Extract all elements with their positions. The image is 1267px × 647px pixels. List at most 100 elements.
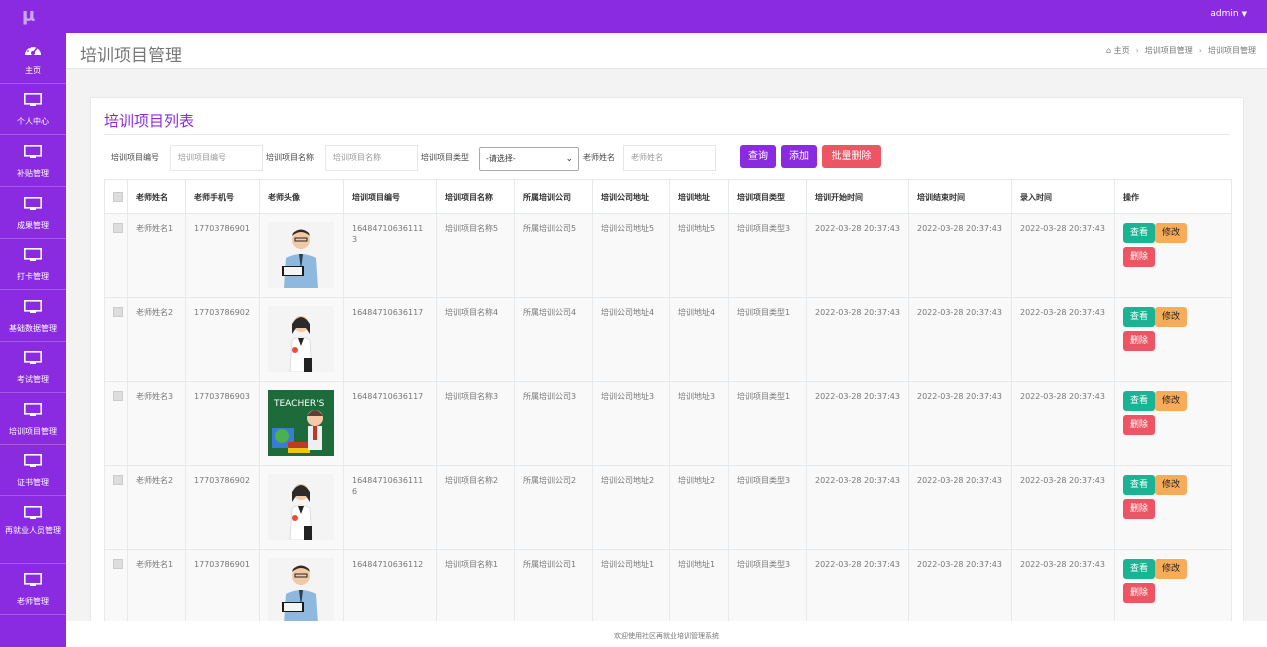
table-cell: 17703786902	[185, 465, 260, 550]
sidebar-item[interactable]: 成果管理	[0, 188, 66, 239]
breadcrumb-separator: ›	[1135, 46, 1139, 55]
batch-delete-button[interactable]: 批量删除	[822, 145, 881, 168]
sidebar-item[interactable]: 打卡管理	[0, 239, 66, 290]
monitor-icon	[24, 351, 42, 365]
row-checkbox[interactable]	[113, 559, 123, 569]
type-filter-label: 培训项目类型	[421, 153, 469, 162]
sidebar-item[interactable]: 基础数据管理	[0, 291, 66, 342]
delete-button[interactable]: 删除	[1123, 415, 1155, 435]
table-cell: 培训项目名称2	[436, 465, 515, 550]
table-row: 老师姓名2 17703786902 164847106361116 培训项目名称2 所属…	[104, 465, 1232, 550]
table-cell: 培训项目名称4	[436, 297, 515, 382]
column-header: 培训项目名称	[436, 179, 515, 214]
svg-text:TEACHER'S: TEACHER'S	[273, 399, 325, 409]
table-cell: 培训地址4	[669, 297, 729, 382]
project-table: 老师姓名 老师手机号 老师头像 培训项目编号 培训项目名称 所属培训公司 培训公…	[104, 179, 1232, 634]
table-cell: 所属培训公司3	[514, 381, 593, 466]
view-button[interactable]: 查看	[1123, 559, 1155, 579]
select-all-checkbox[interactable]	[113, 192, 123, 202]
query-button[interactable]: 查询	[740, 145, 776, 168]
sidebar-item[interactable]: 考试管理	[0, 342, 66, 393]
table-cell: 164847106361113	[343, 213, 437, 298]
column-header: 老师手机号	[185, 179, 260, 214]
monitor-icon	[24, 454, 42, 468]
row-checkbox[interactable]	[113, 223, 123, 233]
sidebar-item-label: 证书管理	[17, 478, 49, 487]
table-cell: 培训公司地址2	[592, 465, 670, 550]
sidebar-item-label: 个人中心	[17, 117, 49, 126]
avatar-cell: TEACHER'S	[259, 381, 344, 466]
table-cell: 17703786902	[185, 297, 260, 382]
select-all-cell	[104, 179, 128, 214]
avatar	[268, 222, 335, 288]
user-name[interactable]: admin	[1210, 9, 1238, 19]
monitor-icon	[24, 197, 42, 211]
sidebar-item[interactable]: 个人中心	[0, 84, 66, 135]
home-icon: ⌂	[1105, 46, 1112, 55]
type-filter-value: -请选择-	[486, 154, 516, 163]
monitor-icon	[24, 145, 42, 159]
delete-button[interactable]: 删除	[1123, 499, 1155, 519]
column-header: 操作	[1114, 179, 1232, 214]
breadcrumb-home[interactable]: 主页	[1114, 46, 1130, 55]
sidebar-item[interactable]: 培训项目管理	[0, 394, 66, 445]
edit-button[interactable]: 修改	[1155, 223, 1187, 243]
row-select-cell	[104, 297, 128, 382]
avatar	[268, 558, 335, 624]
sidebar-item-label: 再就业人员管理	[5, 526, 61, 535]
sidebar-item[interactable]: 再就业人员管理	[0, 497, 66, 564]
edit-button[interactable]: 修改	[1155, 475, 1187, 495]
sidebar-item-label: 成果管理	[17, 221, 49, 230]
name-filter-input[interactable]: 培训项目名称	[325, 145, 418, 171]
row-checkbox[interactable]	[113, 475, 123, 485]
column-header: 培训开始时间	[806, 179, 909, 214]
sidebar-item[interactable]: 主页	[0, 33, 66, 84]
code-filter-input[interactable]: 培训项目编号	[170, 145, 263, 171]
view-button[interactable]: 查看	[1123, 307, 1155, 327]
delete-button[interactable]: 删除	[1123, 583, 1155, 603]
delete-button[interactable]: 删除	[1123, 331, 1155, 351]
edit-button[interactable]: 修改	[1155, 307, 1187, 327]
table-cell: 2022-03-28 20:37:43	[908, 297, 1012, 382]
column-header: 老师姓名	[127, 179, 186, 214]
delete-button[interactable]: 删除	[1123, 247, 1155, 267]
view-button[interactable]: 查看	[1123, 475, 1155, 495]
table-cell: 老师姓名1	[127, 213, 186, 298]
table-cell: 老师姓名2	[127, 465, 186, 550]
dashboard-icon	[24, 42, 42, 56]
breadcrumb-current: 培训项目管理	[1208, 46, 1256, 55]
teacher-filter-label: 老师姓名	[583, 153, 615, 162]
sidebar-item-label: 考试管理	[17, 375, 49, 384]
sidebar-item-label: 主页	[25, 66, 41, 75]
table-cell: 培训公司地址5	[592, 213, 670, 298]
sidebar-item[interactable]: 证书管理	[0, 445, 66, 496]
column-header: 培训结束时间	[908, 179, 1012, 214]
breadcrumb-separator: ›	[1198, 46, 1202, 55]
sidebar-item[interactable]: 补贴管理	[0, 136, 66, 187]
view-button[interactable]: 查看	[1123, 391, 1155, 411]
app-logo[interactable]: μ	[22, 7, 38, 25]
chevron-down-icon: ⌄	[565, 154, 573, 164]
user-menu[interactable]: admin ▼	[1210, 9, 1247, 19]
sidebar-item-label: 培训项目管理	[9, 427, 57, 436]
avatar-cell	[259, 465, 344, 550]
table-cell: 所属培训公司5	[514, 213, 593, 298]
table-cell: 164847106361116	[343, 465, 437, 550]
table-cell: 培训项目类型1	[728, 297, 807, 382]
actions-cell: 查看 修改 删除	[1114, 381, 1232, 466]
row-checkbox[interactable]	[113, 391, 123, 401]
edit-button[interactable]: 修改	[1155, 391, 1187, 411]
table-cell: 培训公司地址3	[592, 381, 670, 466]
type-filter-select[interactable]: -请选择- ⌄	[479, 147, 579, 171]
breadcrumb-module[interactable]: 培训项目管理	[1145, 46, 1193, 55]
sidebar-item-label: 老师管理	[17, 597, 49, 606]
column-header: 培训公司地址	[592, 179, 670, 214]
row-checkbox[interactable]	[113, 307, 123, 317]
edit-button[interactable]: 修改	[1155, 559, 1187, 579]
add-button[interactable]: 添加	[781, 145, 817, 168]
teacher-filter-input[interactable]: 老师姓名	[623, 145, 716, 171]
sidebar-item[interactable]: 老师管理	[0, 564, 66, 615]
table-cell: 2022-03-28 20:37:43	[806, 465, 909, 550]
table-row: 老师姓名3 17703786903 TEACHER'S 16484710636117 培…	[104, 381, 1232, 466]
view-button[interactable]: 查看	[1123, 223, 1155, 243]
